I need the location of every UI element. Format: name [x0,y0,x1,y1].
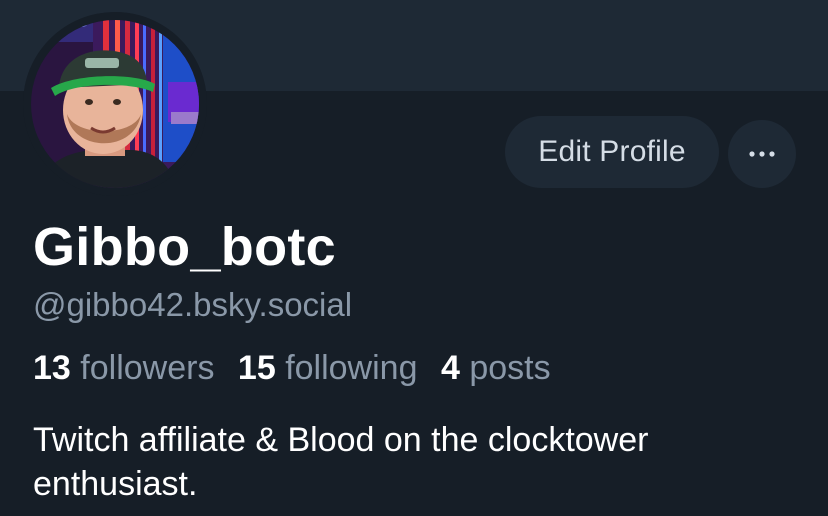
posts-count: 4 [440,349,460,387]
following-link[interactable]: 15 following [238,347,418,389]
display-name: Gibbo_botc [33,217,336,277]
profile-stats: 13 followers 15 following 4 posts [33,347,565,389]
user-avatar-icon [23,12,207,196]
followers-label: followers [80,349,215,387]
profile-bio: Twitch affiliate & Blood on the clocktow… [33,421,649,503]
following-count: 15 [237,349,276,387]
following-label: following [285,349,418,387]
followers-count: 13 [33,349,71,387]
edit-profile-button[interactable]: Edit Profile [505,116,719,188]
avatar[interactable] [23,12,207,196]
profile-header: Edit Profile Gibbo_botc @gibbo42.bsky.so… [0,0,828,516]
profile-handle: @gibbo42.bsky.social [33,286,353,323]
followers-link[interactable]: 13 followers [33,347,214,389]
posts-label: posts [469,349,551,387]
ellipsis-icon [749,151,775,157]
posts-count-item: 4 posts [441,347,551,389]
more-options-button[interactable] [728,120,796,188]
